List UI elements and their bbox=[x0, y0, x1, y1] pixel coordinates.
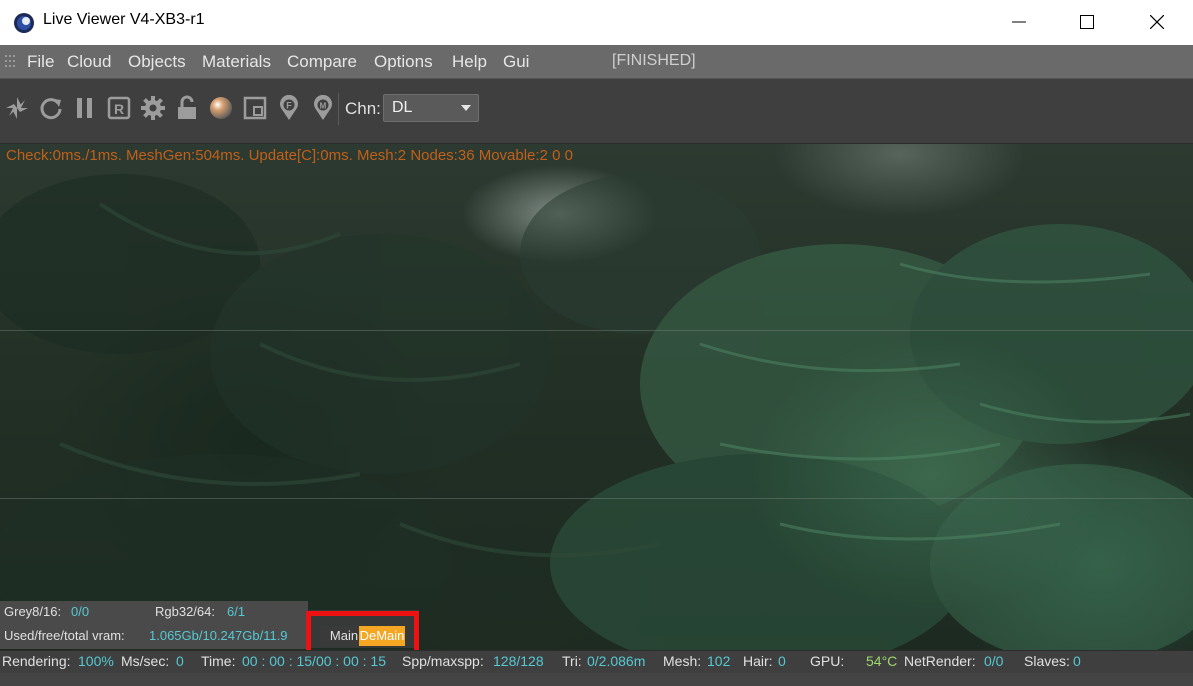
channel-label: Chn: bbox=[345, 99, 381, 118]
focus-pin-button[interactable]: F bbox=[276, 94, 302, 121]
material-preview-button[interactable] bbox=[208, 95, 234, 121]
render-image bbox=[0, 174, 1193, 650]
gpu-temperature: 54°C bbox=[866, 653, 898, 669]
vram-info-row: Used/free/total vram: 1.065Gb/10.247Gb/1… bbox=[0, 623, 308, 649]
close-icon bbox=[1150, 15, 1164, 29]
rgb-label: Rgb32/64: bbox=[155, 604, 215, 619]
vram-value: 1.065Gb/10.247Gb/11.9 bbox=[149, 628, 288, 643]
spp-label: Spp/maxspp: bbox=[402, 653, 484, 669]
refresh-button[interactable] bbox=[38, 95, 64, 121]
channel-select[interactable]: DL bbox=[383, 94, 479, 122]
netrender-label: NetRender: bbox=[904, 653, 976, 669]
tri-value: 0/2.086m bbox=[587, 653, 646, 669]
time-label: Time: bbox=[201, 653, 236, 669]
toolbar-divider bbox=[338, 93, 339, 125]
channel-value: DL bbox=[392, 99, 413, 116]
settings-button[interactable] bbox=[140, 95, 166, 121]
close-button[interactable] bbox=[1134, 0, 1180, 45]
menu-compare[interactable]: Compare bbox=[287, 52, 357, 72]
guide-line-top bbox=[0, 330, 1193, 331]
device-tab-strip: Main DeMain bbox=[309, 610, 419, 648]
region-render-button[interactable]: R bbox=[106, 95, 132, 121]
menu-materials[interactable]: Materials bbox=[202, 52, 271, 72]
region-button[interactable] bbox=[242, 95, 268, 121]
tab-demain[interactable]: DeMain bbox=[359, 626, 405, 646]
aperture-button[interactable] bbox=[4, 95, 30, 121]
aperture-icon bbox=[6, 97, 28, 119]
grey-label: Grey8/16: bbox=[4, 604, 62, 619]
render-viewport[interactable]: Check:0ms./1ms. MeshGen:504ms. Update[C]… bbox=[0, 144, 1193, 650]
region-icon bbox=[243, 96, 267, 120]
toolbar: R F M Chn: DL bbox=[0, 79, 1193, 144]
menu-objects[interactable]: Objects bbox=[128, 52, 186, 72]
pin-m-icon: M bbox=[314, 94, 332, 120]
minimize-button[interactable] bbox=[996, 0, 1042, 45]
pause-icon bbox=[77, 98, 92, 118]
pause-button[interactable] bbox=[72, 95, 98, 121]
svg-text:R: R bbox=[114, 101, 124, 117]
pin-f-icon: F bbox=[280, 94, 298, 120]
menu-help[interactable]: Help bbox=[452, 52, 487, 72]
render-status: [FINISHED] bbox=[612, 52, 696, 69]
chevron-down-icon bbox=[461, 105, 471, 111]
title-bar: Live Viewer V4-XB3-r1 bbox=[0, 0, 1193, 46]
gear-icon bbox=[141, 96, 165, 120]
gpu-label: GPU: bbox=[810, 653, 845, 669]
rgb-value: 6/1 bbox=[227, 604, 246, 619]
sphere-icon bbox=[210, 97, 232, 119]
mesh-label: Mesh: bbox=[663, 653, 702, 669]
window-bottom-edge bbox=[0, 673, 1193, 686]
menu-gui[interactable]: Gui bbox=[503, 52, 529, 72]
window-title: Live Viewer V4-XB3-r1 bbox=[43, 11, 205, 28]
vram-label: Used/free/total vram: bbox=[4, 628, 125, 643]
maximize-button[interactable] bbox=[1064, 0, 1110, 45]
status-bar: Rendering: 100% Ms/sec: 0 Time: 00 : 00 … bbox=[0, 650, 1193, 673]
cinema4d-app-icon bbox=[14, 13, 34, 33]
ms-label: Ms/sec: bbox=[121, 653, 170, 669]
menu-bar: File Cloud Objects Materials Compare Opt… bbox=[0, 45, 1193, 79]
r-icon: R bbox=[107, 96, 131, 120]
minimize-icon bbox=[1012, 21, 1026, 23]
ms-value: 0 bbox=[176, 653, 184, 669]
lock-button[interactable] bbox=[174, 95, 200, 121]
svg-text:F: F bbox=[286, 101, 292, 111]
spp-value: 128/128 bbox=[493, 653, 544, 669]
svg-text:M: M bbox=[320, 102, 327, 111]
slaves-label: Slaves: bbox=[1024, 653, 1070, 669]
menu-file[interactable]: File bbox=[27, 52, 54, 72]
menu-options[interactable]: Options bbox=[374, 52, 433, 72]
grey-value: 0/0 bbox=[71, 604, 90, 619]
buffer-info-row: Grey8/16: 0/0 Rgb32/64: 6/1 bbox=[0, 601, 308, 623]
maximize-icon bbox=[1080, 15, 1094, 29]
grip-icon bbox=[5, 55, 15, 67]
refresh-icon bbox=[40, 98, 62, 120]
slaves-value: 0 bbox=[1073, 653, 1081, 669]
netrender-value: 0/0 bbox=[984, 653, 1004, 669]
time-value: 00 : 00 : 15/00 : 00 : 15 bbox=[242, 653, 386, 669]
material-pin-button[interactable]: M bbox=[310, 94, 336, 121]
guide-line-bottom bbox=[0, 498, 1193, 499]
menu-cloud[interactable]: Cloud bbox=[67, 52, 111, 72]
tri-label: Tri: bbox=[562, 653, 582, 669]
mesh-value: 102 bbox=[707, 653, 731, 669]
render-stats-overlay: Check:0ms./1ms. MeshGen:504ms. Update[C]… bbox=[6, 147, 573, 164]
lock-icon bbox=[178, 95, 196, 119]
hair-label: Hair: bbox=[743, 653, 773, 669]
rendering-value: 100% bbox=[78, 653, 114, 669]
hair-value: 0 bbox=[778, 653, 786, 669]
rendering-label: Rendering: bbox=[2, 653, 71, 669]
